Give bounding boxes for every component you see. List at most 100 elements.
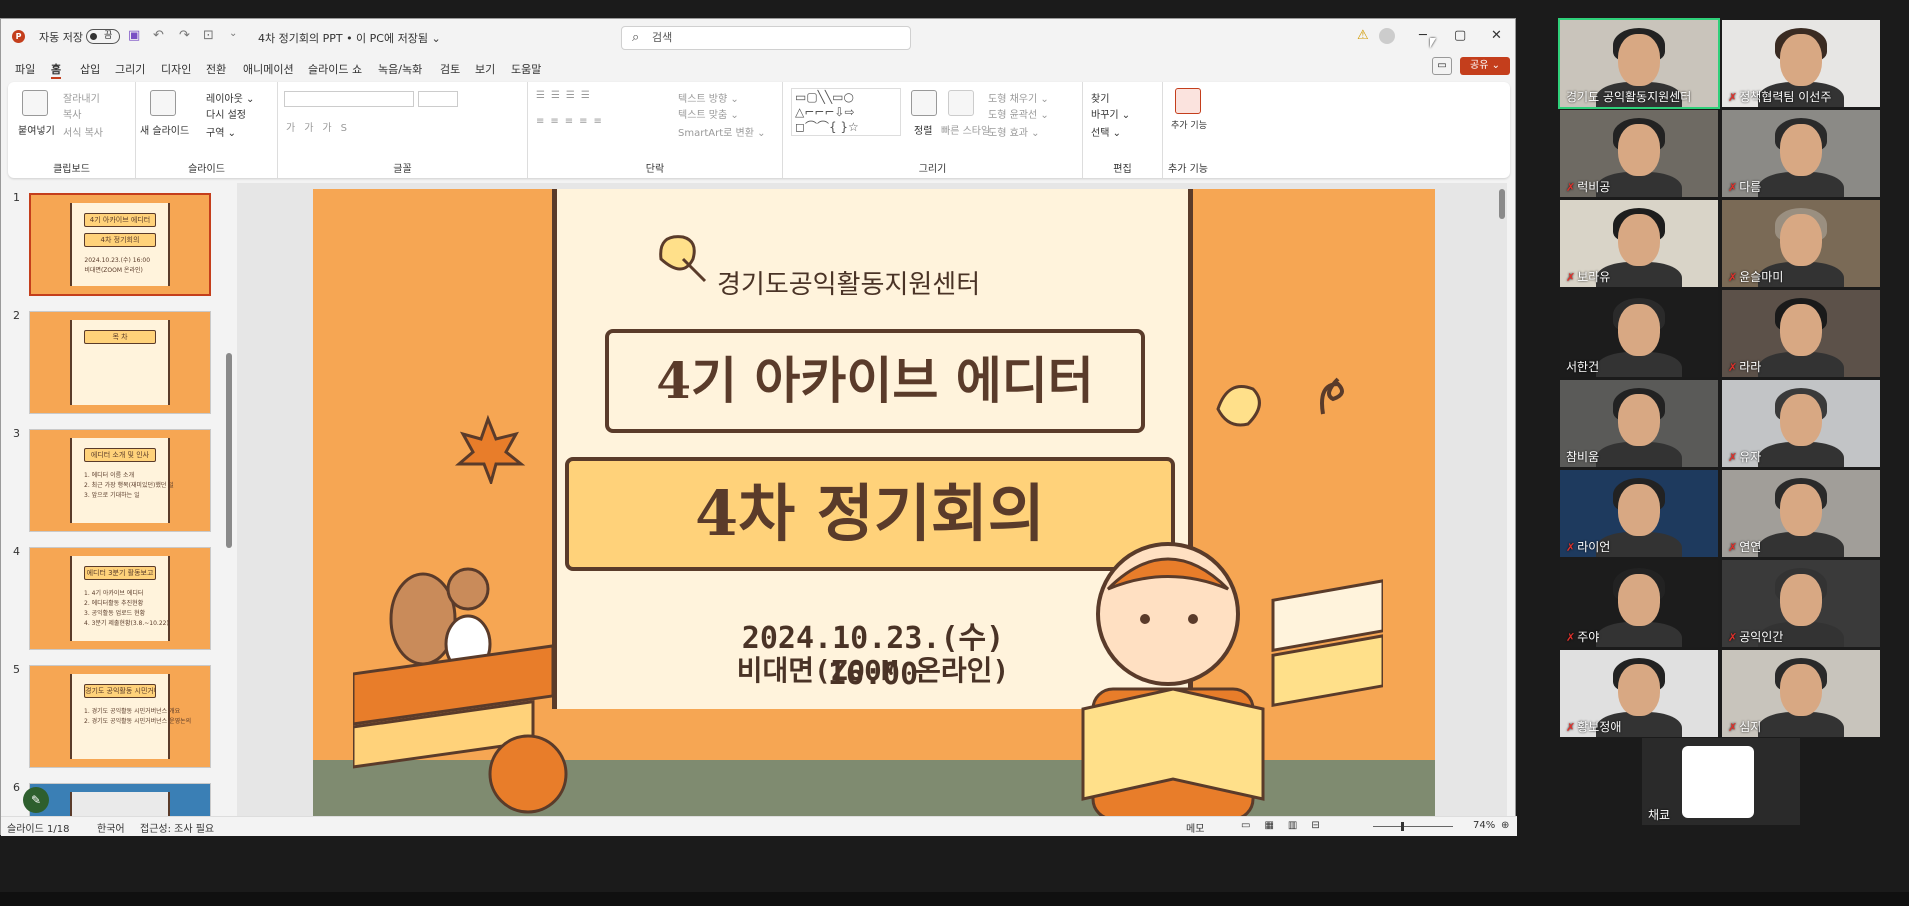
align-buttons[interactable]: ≡≡≡≡≡ bbox=[536, 116, 608, 127]
zoom-slider[interactable] bbox=[1373, 826, 1453, 827]
slide-title-box[interactable]: 4기 아카이브 에디터 bbox=[605, 329, 1145, 433]
participant-tile[interactable]: 채쿄 bbox=[1642, 738, 1800, 825]
comments-button[interactable]: ▭ bbox=[1432, 57, 1452, 75]
zoom-slider-thumb[interactable] bbox=[1401, 822, 1404, 831]
slide-thumbnail-5[interactable]: 경기도 공익활동 시민거버넌스 제안계획 1. 경기도 공익활동 시민거버넌스 개… bbox=[29, 665, 211, 768]
participant-name-label: ✗ 라이언 bbox=[1566, 538, 1610, 555]
thumbnail-scrollbar[interactable] bbox=[226, 353, 232, 548]
find-button[interactable]: 찾기 bbox=[1091, 90, 1109, 105]
arrange-icon[interactable] bbox=[911, 90, 937, 116]
copy-button[interactable]: 복사 bbox=[63, 106, 81, 121]
group-label: 편집 bbox=[1113, 164, 1132, 175]
text-direction-button[interactable]: 텍스트 방향 ⌄ bbox=[678, 90, 739, 105]
shapes-gallery[interactable]: ▭▢╲╲▭○ △⌐⌐⌐⇩⇨ ◻⌒⌒{ }☆ bbox=[791, 88, 901, 136]
arrange-button[interactable]: 정렬 bbox=[914, 122, 932, 137]
participant-tile[interactable]: ✗ 공익인간 bbox=[1722, 560, 1880, 647]
tab-insert[interactable]: 삽입 bbox=[80, 61, 100, 77]
participant-tile[interactable]: ✗ 라이언 bbox=[1560, 470, 1718, 557]
participant-tile[interactable]: ✗ 심지 bbox=[1722, 650, 1880, 737]
tab-file[interactable]: 파일 bbox=[15, 61, 35, 77]
participant-tile[interactable]: ✗ 유자 bbox=[1722, 380, 1880, 467]
participant-tile[interactable]: ✗ 정책협력팀 이선주 bbox=[1722, 20, 1880, 107]
new-slide-button[interactable]: 새 슬라이드 bbox=[140, 122, 189, 137]
participant-face bbox=[1780, 664, 1822, 716]
autosave-toggle[interactable]: 끔 bbox=[86, 29, 120, 44]
zoom-level[interactable]: 74% bbox=[1473, 820, 1495, 831]
slide-thumbnail-pane: 1 4기 아카이브 에디터 4차 정기회의 2024.10.23.(수) 16:00 비… bbox=[2, 183, 232, 823]
tab-transitions[interactable]: 전환 bbox=[206, 61, 226, 77]
font-family-select[interactable] bbox=[284, 91, 414, 107]
participant-tile[interactable]: ✗ 보라유 bbox=[1560, 200, 1718, 287]
shape-effects-button[interactable]: 도형 효과 ⌄ bbox=[988, 124, 1040, 139]
maximize-button[interactable]: ▢ bbox=[1454, 28, 1466, 43]
font-size-select[interactable] bbox=[418, 91, 458, 107]
participant-tile[interactable]: 서한건 bbox=[1560, 290, 1718, 377]
title-bar: P 자동 저장 끔 ▣ ↶ ↷ ⊡ ⌄ 4차 정기회의 PPT • 이 PC에 … bbox=[1, 19, 1515, 53]
list-buttons[interactable]: ☰☰☰☰ bbox=[536, 90, 596, 101]
participant-tile[interactable]: ✗ 럭비공 bbox=[1560, 110, 1718, 197]
format-painter-button[interactable]: 서식 복사 bbox=[63, 124, 103, 139]
quick-styles-icon[interactable] bbox=[948, 90, 974, 116]
slide-thumbnail-2[interactable]: 목 차 bbox=[29, 311, 211, 414]
paste-button[interactable]: 붙여넣기 bbox=[18, 122, 55, 137]
layout-button[interactable]: 레이아웃 ⌄ bbox=[206, 90, 254, 105]
tab-design[interactable]: 디자인 bbox=[161, 61, 191, 77]
addins-icon[interactable] bbox=[1175, 88, 1201, 114]
accessibility-status[interactable]: 접근성: 조사 필요 bbox=[140, 820, 214, 835]
slide-venue-text[interactable]: 비대면(ZOOM 온라인) bbox=[703, 649, 1043, 689]
participant-face bbox=[1780, 484, 1822, 536]
minimize-button[interactable]: ─ bbox=[1419, 28, 1427, 43]
undo-icon[interactable]: ↶ bbox=[153, 28, 164, 43]
tab-draw[interactable]: 그리기 bbox=[115, 61, 145, 77]
participant-tile[interactable]: ✗ 윤슬마미 bbox=[1722, 200, 1880, 287]
slide-position: 슬라이드 1/18 bbox=[7, 824, 70, 835]
notes-button[interactable]: 메모 bbox=[1186, 820, 1204, 835]
slide-thumbnail-4[interactable]: 에디터 3분기 활동보고 1. 4기 아카이브 에디터 2. 에디터활동 추진현황 3… bbox=[29, 547, 211, 650]
share-button[interactable]: 공유 ⌄ bbox=[1460, 57, 1510, 75]
close-button[interactable]: ✕ bbox=[1491, 28, 1502, 43]
font-format-buttons[interactable]: 가가가S bbox=[286, 119, 356, 134]
tab-view[interactable]: 보기 bbox=[475, 61, 495, 77]
pen-icon[interactable]: ✎ bbox=[23, 787, 49, 813]
account-avatar[interactable] bbox=[1379, 28, 1395, 44]
smartart-button[interactable]: SmartArt로 변환 ⌄ bbox=[678, 124, 765, 139]
section-button[interactable]: 구역 ⌄ bbox=[206, 124, 236, 139]
tab-help[interactable]: 도움말 bbox=[511, 61, 541, 77]
view-buttons[interactable]: ▭▦▥⊟ bbox=[1241, 820, 1334, 831]
new-slide-icon[interactable] bbox=[150, 90, 176, 116]
replace-button[interactable]: 바꾸기 ⌄ bbox=[1091, 106, 1130, 121]
tab-home[interactable]: 홈 bbox=[51, 61, 62, 79]
redo-icon[interactable]: ↷ bbox=[179, 28, 190, 43]
paste-icon[interactable] bbox=[22, 90, 48, 116]
participant-tile[interactable]: 경기도 공익활동지원센터 bbox=[1558, 18, 1720, 109]
participant-tile[interactable]: ✗ 라라 bbox=[1722, 290, 1880, 377]
participant-tile[interactable]: ✗ 다름 bbox=[1722, 110, 1880, 197]
shape-fill-button[interactable]: 도형 채우기 ⌄ bbox=[988, 90, 1049, 105]
present-icon[interactable]: ⊡ bbox=[203, 28, 214, 43]
select-button[interactable]: 선택 ⌄ bbox=[1091, 124, 1121, 139]
tab-animations[interactable]: 애니메이션 bbox=[243, 61, 294, 77]
tab-record[interactable]: 녹음/녹화 bbox=[378, 61, 422, 77]
quick-styles-button[interactable]: 빠른 스타일 bbox=[941, 122, 990, 137]
reset-button[interactable]: 다시 설정 bbox=[206, 106, 246, 121]
tab-review[interactable]: 검토 bbox=[440, 61, 460, 77]
participant-tile[interactable]: ✗ 황보정애 bbox=[1560, 650, 1718, 737]
align-text-button[interactable]: 텍스트 맞춤 ⌄ bbox=[678, 106, 739, 121]
shape-outline-button[interactable]: 도형 윤곽선 ⌄ bbox=[988, 106, 1049, 121]
save-icon[interactable]: ▣ bbox=[128, 28, 140, 43]
editor-scrollbar[interactable] bbox=[1499, 189, 1505, 219]
document-title[interactable]: 4차 정기회의 PPT • 이 PC에 저장됨 ⌄ bbox=[258, 30, 441, 46]
participant-tile[interactable]: ✗ 연연 bbox=[1722, 470, 1880, 557]
warning-icon[interactable]: ⚠ bbox=[1357, 28, 1369, 43]
participant-tile[interactable]: 참비움 bbox=[1560, 380, 1718, 467]
search-box[interactable]: ⌕ 검색 bbox=[621, 26, 911, 50]
addins-button[interactable]: 추가 기능 bbox=[1171, 118, 1207, 131]
language-indicator[interactable]: 한국어 bbox=[97, 820, 125, 835]
cut-button[interactable]: 잘라내기 bbox=[63, 90, 100, 105]
slide-thumbnail-1[interactable]: 4기 아카이브 에디터 4차 정기회의 2024.10.23.(수) 16:00 비대… bbox=[29, 193, 211, 296]
participant-tile[interactable]: ✗ 주야 bbox=[1560, 560, 1718, 647]
customize-toolbar-icon[interactable]: ⌄ bbox=[229, 28, 237, 39]
tab-slideshow[interactable]: 슬라이드 쇼 bbox=[308, 61, 362, 77]
slide-thumbnail-3[interactable]: 에디터 소개 및 인사 1. 에디터 이름 소개 2. 최근 가장 행복(재미있던)… bbox=[29, 429, 211, 532]
fit-slide-icon[interactable]: ⊕ bbox=[1501, 820, 1509, 831]
